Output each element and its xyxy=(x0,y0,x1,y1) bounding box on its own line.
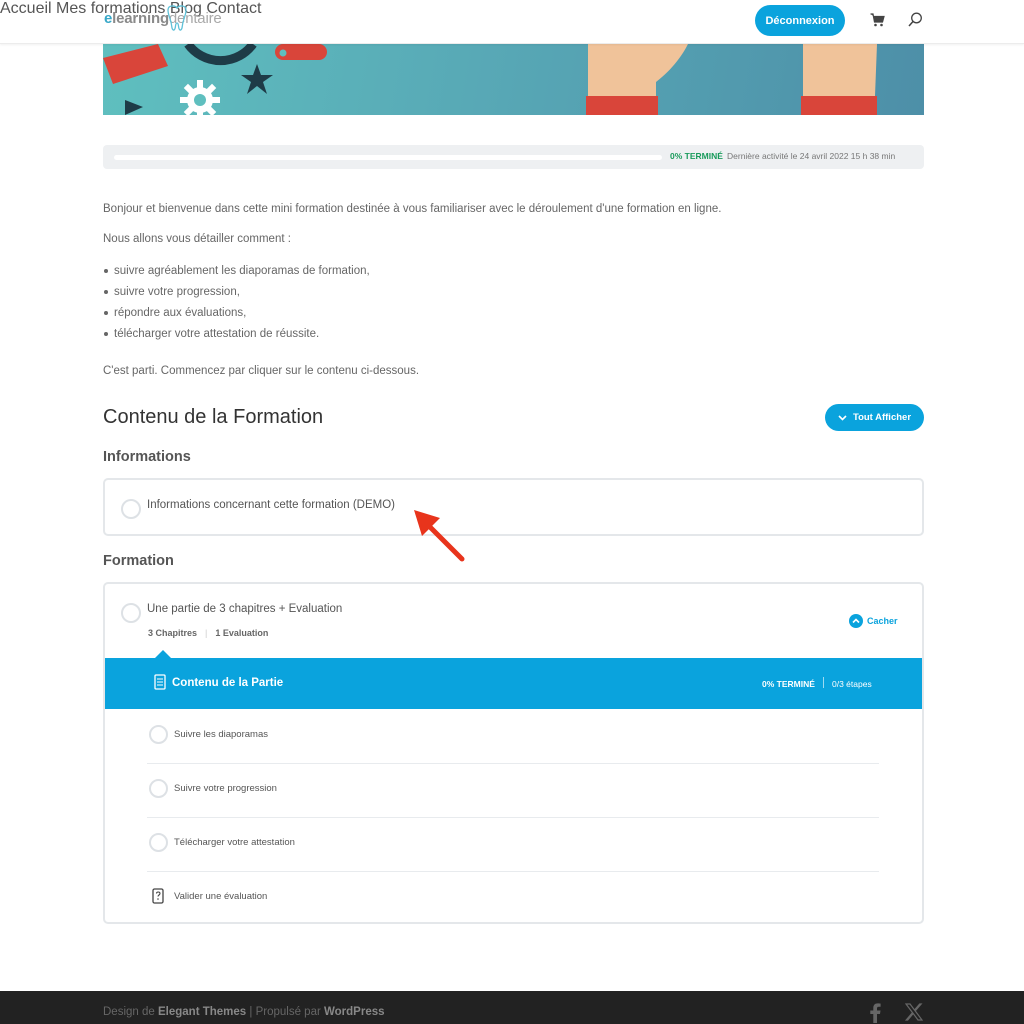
x-icon[interactable] xyxy=(905,1003,923,1021)
logo-learning: learning xyxy=(112,10,169,27)
chevron-down-icon xyxy=(838,414,847,421)
section-heading-formation: Formation xyxy=(103,553,174,569)
last-activity: Dernière activité le 24 avril 2022 15 h … xyxy=(727,151,896,161)
course-banner-image xyxy=(103,44,924,115)
footer-wordpress-link[interactable]: WordPress xyxy=(324,1006,385,1018)
lesson-item-partie: Une partie de 3 chapitres + Evaluation 3… xyxy=(103,582,924,924)
bullet-item: télécharger votre attestation de réussit… xyxy=(103,327,370,348)
step-label[interactable]: Valider une évaluation xyxy=(174,891,267,902)
content-progress-percent: 0% TERMINÉ xyxy=(762,679,815,689)
logo-dentaire-wrap: dentaire xyxy=(167,5,222,31)
site-header: elearning dentaire Accueil Mes formation… xyxy=(0,0,1024,44)
cart-icon[interactable] xyxy=(870,13,885,27)
evaluations-count: 1 Evaluation xyxy=(215,628,269,638)
lesson-status-circle xyxy=(121,603,141,623)
step-status-circle xyxy=(149,833,168,852)
logout-button[interactable]: Déconnexion xyxy=(755,5,845,36)
quiz-icon xyxy=(152,888,164,904)
step-item[interactable]: Télécharger votre attestation xyxy=(147,818,879,872)
step-item[interactable]: Suivre les diaporamas xyxy=(147,710,879,764)
step-label[interactable]: Suivre les diaporamas xyxy=(174,729,268,740)
footer-design-prefix: Design de xyxy=(103,1006,155,1018)
step-status-circle xyxy=(149,725,168,744)
site-logo[interactable]: elearning dentaire xyxy=(104,5,222,31)
content-progress-divider xyxy=(823,677,824,688)
content-header-bar: Contenu de la Partie 0% TERMINÉ 0/3 étap… xyxy=(105,650,922,709)
footer-credits: Design de Elegant Themes | Propulsé par … xyxy=(103,1006,385,1018)
bullet-item: suivre votre progression, xyxy=(103,285,370,306)
lesson-title[interactable]: Une partie de 3 chapitres + Evaluation xyxy=(147,603,342,615)
banner-illustration xyxy=(103,44,877,115)
expand-all-button[interactable]: Tout Afficher xyxy=(825,404,924,431)
content-header-notch xyxy=(155,650,171,658)
step-item-quiz[interactable]: Valider une évaluation xyxy=(147,872,879,926)
footer-powered-prefix: | Propulsé par xyxy=(249,1006,321,1018)
progress-percent: 0% TERMINÉ xyxy=(670,151,723,161)
chapters-count: 3 Chapitres xyxy=(148,628,198,638)
annotation-arrow-icon xyxy=(414,510,465,562)
lesson-meta: 3 Chapitres | 1 Evaluation xyxy=(148,628,269,638)
facebook-icon[interactable] xyxy=(869,1003,881,1023)
intro-paragraph-2: Nous allons vous détailler comment : xyxy=(103,233,291,245)
footer-elegant-themes-link[interactable]: Elegant Themes xyxy=(158,1006,246,1018)
chevron-up-circle-icon xyxy=(849,614,863,628)
content-steps-count: 0/3 étapes xyxy=(832,679,872,689)
step-status-circle xyxy=(149,779,168,798)
step-label[interactable]: Télécharger votre attestation xyxy=(174,837,295,848)
document-icon xyxy=(154,674,166,690)
step-label[interactable]: Suivre votre progression xyxy=(174,783,277,794)
logo-e: e xyxy=(104,10,113,27)
course-content-title: Contenu de la Formation xyxy=(103,406,324,428)
bullet-item: suivre agréablement les diaporamas de fo… xyxy=(103,264,370,285)
lesson-item-informations[interactable]: Informations concernant cette formation … xyxy=(103,478,924,536)
collapse-label: Cacher xyxy=(867,616,898,626)
lesson-title[interactable]: Informations concernant cette formation … xyxy=(147,499,395,511)
course-progress-bar: 0% TERMINÉ Dernière activité le 24 avril… xyxy=(103,145,924,169)
site-footer: Design de Elegant Themes | Propulsé par … xyxy=(0,991,1024,1024)
collapse-button[interactable]: Cacher xyxy=(849,614,898,628)
lesson-status-circle xyxy=(121,499,141,519)
progress-track xyxy=(114,155,662,160)
bullet-item: répondre aux évaluations, xyxy=(103,306,370,327)
expand-all-label: Tout Afficher xyxy=(852,412,912,423)
step-item[interactable]: Suivre votre progression xyxy=(147,764,879,818)
search-icon[interactable] xyxy=(908,12,923,28)
section-heading-informations: Informations xyxy=(103,449,191,465)
nav-accueil[interactable]: Accueil xyxy=(0,0,52,17)
content-header-title: Contenu de la Partie xyxy=(172,677,284,689)
intro-bullet-list: suivre agréablement les diaporamas de fo… xyxy=(103,264,370,348)
intro-paragraph-1: Bonjour et bienvenue dans cette mini for… xyxy=(103,203,722,215)
tooth-logo-icon xyxy=(167,5,187,31)
intro-paragraph-3: C'est parti. Commencez par cliquer sur l… xyxy=(103,365,420,377)
